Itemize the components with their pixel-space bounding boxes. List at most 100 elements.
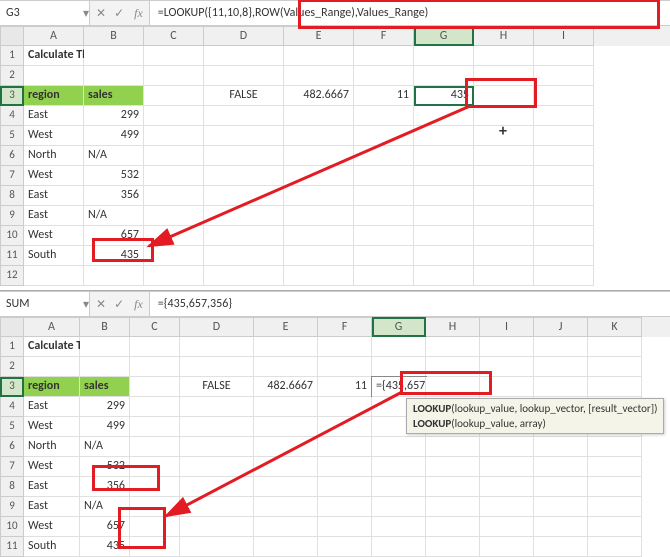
cell-C10[interactable] [130,517,180,537]
cell-F2[interactable] [354,66,414,86]
cell-B1[interactable] [84,46,144,66]
cell-A11[interactable]: South [24,537,80,557]
cell-D3[interactable]: FALSE [204,86,284,106]
cell-A5[interactable]: West [24,126,84,146]
cell-E2[interactable] [254,357,318,377]
col-F[interactable]: F [354,26,414,46]
cell-C3[interactable] [130,377,180,397]
cell-I10[interactable] [480,517,534,537]
cell-I7[interactable] [480,457,534,477]
cell-D2[interactable] [180,357,254,377]
cell-E2[interactable] [284,66,354,86]
cell-D8[interactable] [204,186,284,206]
cell-I3[interactable] [534,86,594,106]
cell-E6[interactable] [254,437,318,457]
cell-G5[interactable] [414,126,474,146]
cell-E1[interactable] [254,337,318,357]
cell-F12[interactable] [354,266,414,286]
cell-G10[interactable] [372,517,426,537]
cell-I9[interactable] [480,497,534,517]
cell-D4[interactable] [204,106,284,126]
cell-D6[interactable] [204,146,284,166]
cell-E12[interactable] [284,266,354,286]
cell-D12[interactable] [204,266,284,286]
cell-B6[interactable]: N/A [84,146,144,166]
cell-E4[interactable] [254,397,318,417]
cell-G7[interactable] [414,166,474,186]
cell-E11[interactable] [254,537,318,557]
cell-G3[interactable]: ={435,657,356} [372,377,426,397]
cell-H7[interactable] [426,457,480,477]
cell-B3[interactable]: sales [80,377,130,397]
cell-C6[interactable] [130,437,180,457]
cell-E3[interactable]: 482.6667 [254,377,318,397]
cell-G4[interactable] [414,106,474,126]
cell-E9[interactable] [284,206,354,226]
cell-K7[interactable] [588,457,642,477]
cell-H6[interactable] [426,437,480,457]
cell-F9[interactable] [354,206,414,226]
cell-D1[interactable] [204,46,284,66]
cell-G6[interactable] [372,437,426,457]
row-header[interactable]: 5 [0,417,24,437]
cell-C5[interactable] [130,417,180,437]
col-I[interactable]: I [534,26,594,46]
cell-D10[interactable] [204,226,284,246]
cell-I4[interactable] [534,106,594,126]
cell-K11[interactable] [588,537,642,557]
cell-K8[interactable] [588,477,642,497]
cell-E8[interactable] [284,186,354,206]
col-K[interactable]: K [588,317,642,337]
cell-I1[interactable] [480,337,534,357]
cell-A4[interactable]: East [24,397,80,417]
cell-J3[interactable] [534,377,588,397]
cell-K2[interactable] [588,357,642,377]
cell-H9[interactable] [426,497,480,517]
cell-F9[interactable] [318,497,372,517]
cell-F10[interactable] [318,517,372,537]
cell-B1[interactable] [80,337,130,357]
cell-C12[interactable] [144,266,204,286]
cell-A8[interactable]: East [24,186,84,206]
cell-G3[interactable]: 435 [414,86,474,106]
cell-A1[interactable]: Calculate The Average Of The Last 3 Valu… [24,46,84,66]
cell-C4[interactable] [144,106,204,126]
cell-F11[interactable] [318,537,372,557]
row-header[interactable]: 9 [0,497,24,517]
cell-A3[interactable]: region [24,377,80,397]
row-header[interactable]: 7 [0,166,24,186]
cell-I5[interactable] [534,126,594,146]
cancel-icon[interactable]: ✕ [96,6,106,21]
cell-D1[interactable] [180,337,254,357]
cell-F4[interactable] [354,106,414,126]
formula-input[interactable]: =LOOKUP({11,10,8},ROW(Values_Range),Valu… [149,1,670,25]
select-all[interactable] [0,317,24,337]
cell-I8[interactable] [480,477,534,497]
cell-E11[interactable] [284,246,354,266]
col-H[interactable]: H [426,317,480,337]
cell-E10[interactable] [284,226,354,246]
cell-B7[interactable]: 532 [84,166,144,186]
row-header[interactable]: 8 [0,186,24,206]
cell-H11[interactable] [474,246,534,266]
col-H[interactable]: H [474,26,534,46]
cell-J2[interactable] [534,357,588,377]
col-I[interactable]: I [480,317,534,337]
cell-C3[interactable] [144,86,204,106]
cell-D10[interactable] [180,517,254,537]
cell-E5[interactable] [254,417,318,437]
cell-D7[interactable] [204,166,284,186]
col-D[interactable]: D [204,26,284,46]
cell-D5[interactable] [180,417,254,437]
cell-D9[interactable] [180,497,254,517]
row-header[interactable]: 3 [0,86,24,106]
cell-H8[interactable] [426,477,480,497]
cell-H1[interactable] [426,337,480,357]
cell-K10[interactable] [588,517,642,537]
cell-A10[interactable]: West [24,517,80,537]
cell-C2[interactable] [144,66,204,86]
cell-D11[interactable] [204,246,284,266]
cell-H10[interactable] [426,517,480,537]
cell-A7[interactable]: West [24,166,84,186]
cell-D3[interactable]: FALSE [180,377,254,397]
